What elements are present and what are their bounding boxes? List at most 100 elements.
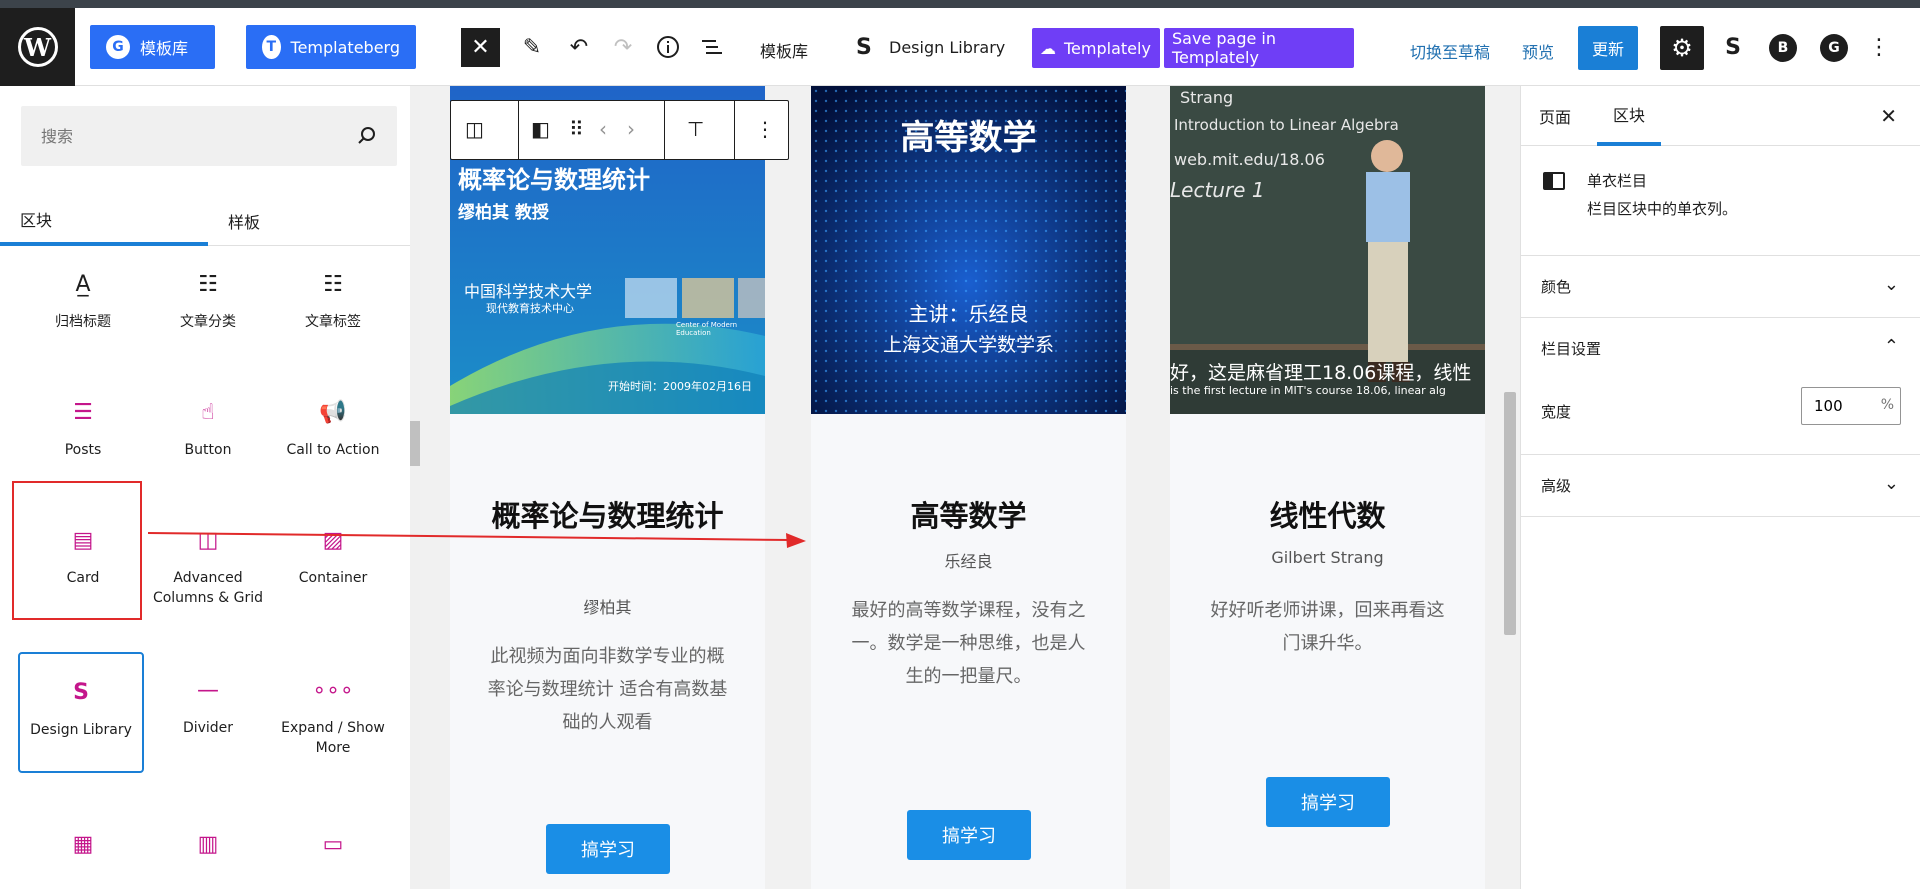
wordpress-icon: W	[17, 27, 58, 67]
course-author: 乐经良	[944, 552, 993, 571]
template-library-button[interactable]: G 模板库	[90, 25, 215, 69]
save-in-templately-button[interactable]: Save page in Templately	[1164, 28, 1354, 68]
panel-advanced[interactable]: 高级 ⌄	[1521, 455, 1920, 517]
tab-block[interactable]: 区块	[1597, 86, 1662, 146]
inserter-scroll-thumb[interactable]	[410, 421, 420, 466]
design-library-button[interactable]: Design Library	[889, 38, 1005, 57]
tab-blocks[interactable]: 区块	[0, 196, 208, 246]
block-row5-c[interactable]: ▭	[270, 830, 396, 858]
width-input[interactable]	[1802, 388, 1872, 424]
course-author: 缪柏其	[583, 598, 632, 617]
course-description: 最好的高等数学课程，没有之一。数学是一种思维，也是人生的一把量尺。	[851, 600, 1086, 687]
switch-to-draft-link[interactable]: 切换至草稿	[1410, 39, 1490, 63]
editor-top-bar: W G 模板库 T Templateberg ✕ ✎ ↶ ↷ 模板库 S Des…	[0, 0, 1920, 86]
block-search-input[interactable]	[21, 106, 341, 166]
width-field: %	[1801, 387, 1901, 425]
feature-icon: ▥	[197, 831, 219, 857]
course-column-probability[interactable]: 概率论与数理统计 缪柏其 教授 中国科学技术大学 现代教育技术中心 Center…	[450, 86, 765, 889]
block-row5-b[interactable]: ▥	[145, 830, 271, 858]
block-settings-sidebar: 页面 区块 ✕ 单衣栏目 栏目区块中的单衣列。 颜色 ⌄ 栏目设置 ⌃ 宽度 %…	[1520, 86, 1920, 889]
block-advanced-columns[interactable]: ◫ Advanced Columns & Grid	[145, 526, 271, 608]
panel-color[interactable]: 颜色 ⌄	[1521, 256, 1920, 318]
block-button[interactable]: ☝ Button	[145, 398, 271, 460]
block-toolbar: ◫ ◧ ⠿ ‹ › ⊤ ⋮	[450, 100, 789, 160]
templately-cloud-icon: ☁	[1040, 38, 1056, 58]
admin-stripe	[0, 0, 1920, 8]
block-design-library[interactable]: S Design Library	[18, 652, 144, 773]
megaphone-icon: 📢	[319, 399, 347, 425]
block-archive-title[interactable]: A̲ 归档标题	[20, 270, 146, 332]
block-row5-a[interactable]: ▦	[20, 830, 146, 858]
block-name: 单衣栏目	[1587, 172, 1648, 190]
info-icon[interactable]	[651, 30, 685, 64]
divider-icon: —	[197, 677, 219, 703]
stackable-icon: S	[856, 35, 872, 60]
course-study-button[interactable]: 搞学习	[546, 824, 670, 874]
close-settings-icon[interactable]: ✕	[1880, 104, 1897, 128]
block-divider[interactable]: — Divider	[145, 676, 271, 738]
templateberg-button[interactable]: T Templateberg	[246, 25, 416, 69]
templately-button[interactable]: ☁ Templately	[1032, 28, 1160, 68]
annotation-highlight-box	[12, 481, 142, 620]
redo-icon[interactable]: ↷	[606, 30, 640, 64]
preview-link[interactable]: 预览	[1522, 39, 1554, 63]
stackable-plugin-icon[interactable]: S	[1716, 30, 1750, 64]
ellipsis-icon: ∘∘∘	[312, 677, 354, 703]
course-title: 线性代数	[1269, 499, 1386, 533]
tags-icon: ☷	[323, 271, 343, 297]
course-author: Gilbert Strang	[1271, 548, 1384, 567]
more-options-icon[interactable]: ⋮	[1862, 30, 1896, 64]
move-left-icon[interactable]: ‹	[599, 117, 607, 141]
list-view-icon[interactable]	[695, 30, 729, 64]
course-title: 高等数学	[910, 499, 1027, 533]
block-categories[interactable]: ☷ 文章分类	[145, 270, 271, 332]
course-title: 概率论与数理统计	[491, 499, 724, 533]
block-posts[interactable]: ☰ Posts	[20, 398, 146, 460]
gutenberg-g-icon[interactable]: G	[1820, 34, 1848, 62]
block-expand-show-more[interactable]: ∘∘∘ Expand / Show More	[270, 676, 396, 758]
panel-column-settings[interactable]: 栏目设置 ⌃	[1521, 318, 1920, 373]
columns-parent-icon[interactable]: ◫	[465, 117, 484, 141]
move-right-icon[interactable]: ›	[627, 117, 635, 141]
search-icon	[358, 127, 375, 144]
width-unit: %	[1880, 397, 1894, 413]
block-tags[interactable]: ☷ 文章标签	[270, 270, 396, 332]
update-button[interactable]: 更新	[1578, 26, 1638, 70]
block-search	[21, 106, 397, 166]
drag-handle-icon[interactable]: ⠿	[569, 117, 584, 141]
canvas-scroll-thumb[interactable]	[1504, 392, 1516, 635]
course-column-calculus[interactable]: 高等数学 主讲：乐经良 上海交通大学数学系 高等数学 乐经良 最好的高等数学课程…	[811, 86, 1126, 889]
tab-patterns[interactable]: 样板	[208, 196, 408, 246]
block-container[interactable]: ▨ Container	[270, 526, 396, 588]
template-library-link[interactable]: 模板库	[760, 38, 808, 62]
categories-icon: ☷	[198, 271, 218, 297]
course-column-linear-algebra[interactable]: Strang Introduction to Linear Algebra we…	[1170, 86, 1485, 889]
settings-gear-icon[interactable]: ⚙	[1660, 26, 1704, 70]
chevron-down-icon: ⌄	[1883, 473, 1899, 494]
inserter-tabs: 区块 样板	[0, 196, 420, 246]
stackable-icon: S	[73, 679, 89, 705]
canvas-scrollbar[interactable]	[1500, 86, 1520, 889]
button-icon: ☝	[201, 399, 215, 425]
tab-page[interactable]: 页面	[1539, 86, 1571, 146]
header-icon: ▭	[322, 831, 344, 857]
posts-icon: ☰	[73, 399, 93, 425]
column-block-icon[interactable]: ◧	[531, 117, 550, 141]
inserter-scrollbar[interactable]	[410, 86, 420, 889]
undo-icon[interactable]: ↶	[562, 30, 596, 64]
course-study-button[interactable]: 搞学习	[1266, 777, 1390, 827]
course-study-button[interactable]: 搞学习	[907, 810, 1031, 860]
vertical-align-top-icon[interactable]: ⊤	[687, 117, 704, 141]
chevron-down-icon: ⌄	[1883, 274, 1899, 295]
course-description: 好好听老师讲课，回来再看这门课升华。	[1210, 600, 1445, 654]
block-call-to-action[interactable]: 📢 Call to Action	[270, 398, 396, 460]
columns-icon: ◫	[197, 527, 219, 553]
column-block-icon	[1543, 172, 1565, 190]
pencil-tools-icon[interactable]: ✎	[515, 30, 549, 64]
plugin-b-icon[interactable]: B	[1769, 34, 1797, 62]
close-inserter-button[interactable]: ✕	[461, 28, 500, 67]
settings-tabs: 页面 区块 ✕	[1521, 86, 1920, 146]
wordpress-logo-button[interactable]: W	[0, 8, 75, 86]
width-setting: 宽度 %	[1521, 373, 1920, 455]
block-options-icon[interactable]: ⋮	[755, 117, 775, 141]
